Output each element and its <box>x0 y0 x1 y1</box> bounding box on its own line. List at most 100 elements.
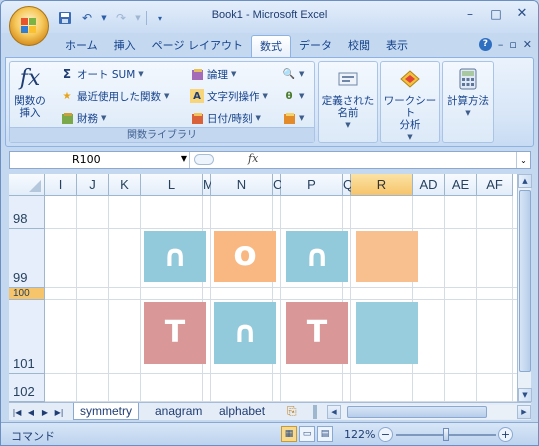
calculation-group[interactable]: 計算方法 ▼ <box>442 61 494 143</box>
select-all-corner[interactable] <box>9 174 45 196</box>
row-header[interactable]: 98 <box>9 196 45 229</box>
column-header[interactable]: M <box>203 174 214 196</box>
colored-cell[interactable]: T <box>144 302 206 364</box>
row-header[interactable]: 102 <box>9 374 45 402</box>
insert-function-icon[interactable]: fx <box>248 152 258 165</box>
tab-formulas[interactable]: 数式 <box>250 35 291 57</box>
horizontal-scroll-thumb[interactable] <box>347 406 487 418</box>
defined-names-group[interactable]: 定義された 名前 ▼ <box>318 61 378 143</box>
excel-window: ↶ ▼ ↷ ▼ ▾ Book1 - Microsoft Excel – □ ✕ … <box>0 0 539 446</box>
row-header[interactable]: 100 <box>9 288 45 300</box>
insert-function-button[interactable]: fx 関数の 挿入 <box>12 66 48 120</box>
scroll-down-icon[interactable]: ▼ <box>518 388 532 402</box>
column-header[interactable]: R <box>351 174 413 196</box>
insert-sheet-icon[interactable]: ⎘ <box>283 403 301 420</box>
cell-glyph: T <box>306 315 328 350</box>
lookup-dropdown-icon: ▼ <box>299 70 305 78</box>
zoom-slider[interactable] <box>396 428 496 441</box>
office-button[interactable] <box>9 6 49 46</box>
formula-input[interactable] <box>266 153 516 167</box>
workbook-close-icon[interactable]: ✕ <box>523 38 532 51</box>
last-sheet-icon[interactable]: ▶| <box>53 405 65 419</box>
colored-cell[interactable]: ∩ <box>286 231 348 282</box>
colored-cell[interactable]: T <box>286 302 348 364</box>
scroll-left-icon[interactable]: ◀ <box>327 405 341 419</box>
formula-auditing-group[interactable]: ワークシート 分析 ▼ <box>380 61 440 143</box>
worksheet-analysis-button[interactable]: ワークシート 分析 ▼ <box>381 66 439 143</box>
column-header[interactable]: P <box>281 174 343 196</box>
zoom-out-icon[interactable]: − <box>378 427 393 442</box>
zoom-in-icon[interactable]: + <box>498 427 513 442</box>
logical-button[interactable]: 論理 ▼ <box>190 64 236 84</box>
column-header[interactable]: Q <box>343 174 353 196</box>
minimize-button[interactable]: – <box>458 5 482 22</box>
normal-view-icon[interactable]: ▦ <box>281 426 297 442</box>
tab-insert[interactable]: 挿入 <box>106 35 144 57</box>
workbook-minimize-icon[interactable]: – <box>498 38 504 51</box>
financial-button[interactable]: 財務 ▼ <box>60 108 106 128</box>
column-header[interactable]: L <box>141 174 203 196</box>
first-sheet-icon[interactable]: |◀ <box>11 405 23 419</box>
colored-cell[interactable]: ∩ <box>214 302 276 364</box>
datetime-button[interactable]: 日付/時刻 ▼ <box>190 108 261 128</box>
column-header[interactable]: AF <box>477 174 513 196</box>
row-header[interactable]: 99 <box>9 229 45 288</box>
scroll-up-icon[interactable]: ▲ <box>518 174 532 188</box>
row-header[interactable]: 101 <box>9 300 45 374</box>
help-icon[interactable]: ? <box>478 38 492 51</box>
tab-home[interactable]: ホーム <box>57 35 106 57</box>
worksheet-grid[interactable]: I J K L M N C P Q R AD AE AF 98 99 100 101 102 ∩ o ∩ T ∩ T <box>9 174 517 402</box>
tab-view[interactable]: 表示 <box>378 35 416 57</box>
autosum-button[interactable]: Σ オート SUM ▼ <box>60 64 144 84</box>
formula-bar-grip-icon[interactable] <box>194 154 214 165</box>
workbook-restore-icon[interactable]: ▫ <box>509 38 516 51</box>
math-trig-button[interactable]: θ ▼ <box>282 86 305 106</box>
column-header[interactable]: C <box>273 174 282 196</box>
page-break-view-icon[interactable]: ▤ <box>317 426 333 442</box>
vertical-scroll-thumb[interactable] <box>519 190 531 372</box>
maximize-button[interactable]: □ <box>484 5 508 22</box>
text-book-icon: A <box>190 89 204 103</box>
status-bar: コマンド ▦ ▭ ▤ 122% − + <box>1 422 538 445</box>
page-layout-view-icon[interactable]: ▭ <box>299 426 315 442</box>
expand-formula-bar-icon[interactable]: ⌄ <box>516 152 530 168</box>
vertical-scrollbar[interactable]: ▲ ▼ <box>517 174 532 402</box>
sheet-tab-symmetry[interactable]: symmetry <box>73 403 139 420</box>
text-functions-button[interactable]: A 文字列操作 ▼ <box>190 86 268 106</box>
cell-glyph: ∩ <box>232 315 258 350</box>
column-header[interactable]: I <box>45 174 77 196</box>
datetime-book-icon <box>190 111 204 125</box>
column-header[interactable]: J <box>77 174 109 196</box>
column-header[interactable]: N <box>211 174 273 196</box>
name-box-dropdown-icon[interactable]: ▼ <box>181 154 187 163</box>
cell-glyph: ∩ <box>304 238 330 274</box>
zoom-slider-thumb[interactable] <box>443 428 449 441</box>
tab-data[interactable]: データ <box>291 35 340 57</box>
calc-options-button[interactable]: 計算方法 ▼ <box>443 66 493 119</box>
name-box[interactable]: R100 ▼ <box>10 152 190 168</box>
tab-review[interactable]: 校閲 <box>340 35 378 57</box>
close-button[interactable]: ✕ <box>510 5 534 22</box>
colored-cell[interactable]: o <box>214 231 276 282</box>
sheet-tab-alphabet[interactable]: alphabet <box>213 403 271 420</box>
more-functions-button[interactable]: ▼ <box>282 108 304 128</box>
zoom-level[interactable]: 122% <box>344 428 375 441</box>
tab-split-handle[interactable] <box>313 405 317 419</box>
financial-book-icon <box>60 111 74 125</box>
recent-functions-button[interactable]: ★ 最近使用した関数 ▼ <box>60 86 170 106</box>
colored-cell[interactable]: ∩ <box>144 231 206 282</box>
horizontal-scrollbar[interactable]: ◀ ▶ <box>327 405 531 419</box>
colored-cell[interactable] <box>356 302 418 364</box>
tab-page-layout[interactable]: ページ レイアウト <box>144 35 251 57</box>
column-header[interactable]: K <box>109 174 141 196</box>
prev-sheet-icon[interactable]: ◀ <box>25 405 37 419</box>
column-header[interactable]: AD <box>413 174 445 196</box>
colored-cell[interactable] <box>356 231 418 282</box>
calc-options-dropdown-icon: ▼ <box>465 109 471 117</box>
lookup-button[interactable]: 🔍 ▼ <box>282 64 305 84</box>
scroll-right-icon[interactable]: ▶ <box>517 405 531 419</box>
defined-names-button[interactable]: 定義された 名前 ▼ <box>319 66 377 131</box>
column-header[interactable]: AE <box>445 174 477 196</box>
next-sheet-icon[interactable]: ▶ <box>39 405 51 419</box>
sheet-tab-anagram[interactable]: anagram <box>149 403 208 420</box>
